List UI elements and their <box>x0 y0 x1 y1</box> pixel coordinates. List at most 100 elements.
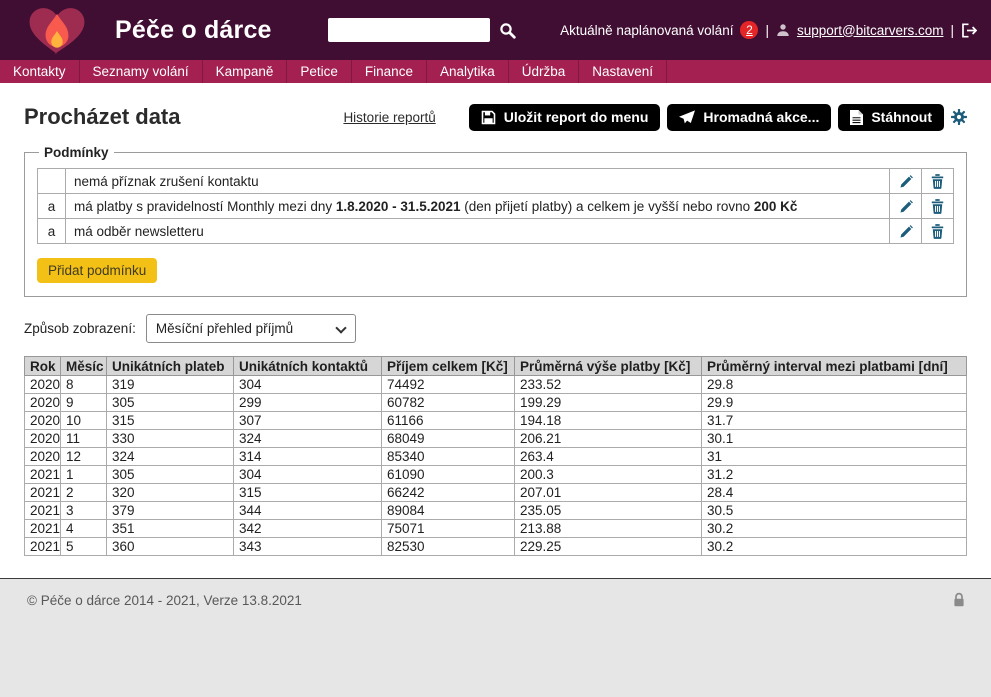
save-icon <box>481 110 496 125</box>
cell: 31.7 <box>702 412 967 430</box>
table-row: 20201232431485340263.431 <box>25 448 967 466</box>
add-condition-button[interactable]: Přidat podmínku <box>37 258 157 283</box>
header-user-area: Aktuálně naplánovaná volání 2 | support@… <box>560 21 977 39</box>
table-row: 2021130530461090200.331.2 <box>25 466 967 484</box>
cell: 233.52 <box>515 376 702 394</box>
nav-tab-petice[interactable]: Petice <box>287 60 352 83</box>
nav-tab-udrzba[interactable]: Údržba <box>509 60 580 83</box>
delete-condition-button[interactable] <box>931 174 944 189</box>
column-header: Průměrný interval mezi platbami [dní] <box>702 357 967 376</box>
lock-icon <box>953 592 965 607</box>
nav-tab-seznamy-volani[interactable]: Seznamy volání <box>80 60 203 83</box>
cell: 263.4 <box>515 448 702 466</box>
cell: 2021 <box>25 484 61 502</box>
cell: 85340 <box>382 448 515 466</box>
condition-text: má platby s pravidelností Monthly mezi d… <box>66 194 890 219</box>
cell: 68049 <box>382 430 515 448</box>
cell: 11 <box>61 430 107 448</box>
logout-icon[interactable] <box>961 23 977 38</box>
cell: 2021 <box>25 538 61 556</box>
condition-edit-cell <box>890 219 922 244</box>
condition-edit-cell <box>890 169 922 194</box>
cell: 304 <box>234 376 382 394</box>
report-history-link[interactable]: Historie reportů <box>343 110 435 125</box>
cell: 29.8 <box>702 376 967 394</box>
cell: 2020 <box>25 448 61 466</box>
display-mode-select[interactable]: Měsíční přehled příjmů <box>146 314 356 343</box>
header-search <box>328 18 516 42</box>
cell: 30.2 <box>702 520 967 538</box>
delete-condition-button[interactable] <box>931 224 944 239</box>
report-table: RokMěsícUnikátních platebUnikátních kont… <box>24 356 967 556</box>
cell: 305 <box>107 466 234 484</box>
cell: 29.9 <box>702 394 967 412</box>
nav-tab-kampane[interactable]: Kampaně <box>203 60 288 83</box>
pencil-icon <box>899 200 913 214</box>
report-settings-button[interactable] <box>951 109 967 125</box>
gear-icon <box>951 109 967 125</box>
trash-icon <box>931 199 944 214</box>
cell: 31.2 <box>702 466 967 484</box>
cell: 10 <box>61 412 107 430</box>
app-footer: © Péče o dárce 2014 - 2021, Verze 13.8.2… <box>0 578 991 697</box>
search-icon[interactable] <box>499 22 516 39</box>
edit-condition-button[interactable] <box>899 225 913 239</box>
cell: 82530 <box>382 538 515 556</box>
document-icon <box>850 110 863 125</box>
pencil-icon <box>899 225 913 239</box>
table-row: 20201031530761166194.1831.7 <box>25 412 967 430</box>
separator: | <box>950 23 954 38</box>
condition-text: má odběr newsletteru <box>66 219 890 244</box>
cell: 61090 <box>382 466 515 484</box>
delete-condition-button[interactable] <box>931 199 944 214</box>
cell: 30.5 <box>702 502 967 520</box>
search-input[interactable] <box>328 18 490 42</box>
nav-tab-analytika[interactable]: Analytika <box>427 60 509 83</box>
nav-tab-finance[interactable]: Finance <box>352 60 427 83</box>
table-row: 2021536034382530229.2530.2 <box>25 538 967 556</box>
cell: 31 <box>702 448 967 466</box>
download-button[interactable]: Stáhnout <box>838 104 944 131</box>
display-mode-row: Způsob zobrazení: Měsíční přehled příjmů <box>24 314 967 343</box>
page-root: Péče o dárce Aktuálně naplánovaná volání… <box>0 0 991 697</box>
edit-condition-button[interactable] <box>899 200 913 214</box>
save-report-button[interactable]: Uložit report do menu <box>469 104 661 131</box>
main-content: Procházet data Historie reportů Uložit r… <box>0 103 991 556</box>
condition-operator <box>38 169 66 194</box>
cell: 61166 <box>382 412 515 430</box>
conditions-fieldset: Podmínky nemá příznak zrušení kontaktuam… <box>24 145 967 297</box>
page-title: Procházet data <box>24 104 181 130</box>
copyright-text: © Péče o dárce 2014 - 2021, Verze 13.8.2… <box>0 579 991 608</box>
cell: 307 <box>234 412 382 430</box>
nav-tab-kontakty[interactable]: Kontakty <box>0 60 80 83</box>
user-email-link[interactable]: support@bitcarvers.com <box>797 23 944 38</box>
condition-text: nemá příznak zrušení kontaktu <box>66 169 890 194</box>
cell: 2020 <box>25 412 61 430</box>
cell: 2021 <box>25 520 61 538</box>
cell: 206.21 <box>515 430 702 448</box>
nav-tab-nastaveni[interactable]: Nastavení <box>579 60 667 83</box>
cell: 2021 <box>25 502 61 520</box>
cell: 360 <box>107 538 234 556</box>
edit-condition-button[interactable] <box>899 175 913 189</box>
trash-icon <box>931 174 944 189</box>
cell: 194.18 <box>515 412 702 430</box>
cell: 324 <box>234 430 382 448</box>
app-header: Péče o dárce Aktuálně naplánovaná volání… <box>0 0 991 60</box>
bulk-action-button[interactable]: Hromadná akce... <box>667 104 831 131</box>
cell: 60782 <box>382 394 515 412</box>
table-row: 2020930529960782199.2929.9 <box>25 394 967 412</box>
cell: 330 <box>107 430 234 448</box>
cell: 314 <box>234 448 382 466</box>
table-row: 20201133032468049206.2130.1 <box>25 430 967 448</box>
planned-calls-badge[interactable]: 2 <box>740 21 758 39</box>
cell: 89084 <box>382 502 515 520</box>
table-row: 2021337934489084235.0530.5 <box>25 502 967 520</box>
display-mode-select-wrap: Měsíční přehled příjmů <box>146 314 356 343</box>
condition-row: nemá příznak zrušení kontaktu <box>38 169 954 194</box>
cell: 351 <box>107 520 234 538</box>
conditions-table-body: nemá příznak zrušení kontaktuamá platby … <box>38 169 954 244</box>
title-row: Procházet data Historie reportů Uložit r… <box>24 103 967 131</box>
cell: 343 <box>234 538 382 556</box>
cell: 3 <box>61 502 107 520</box>
